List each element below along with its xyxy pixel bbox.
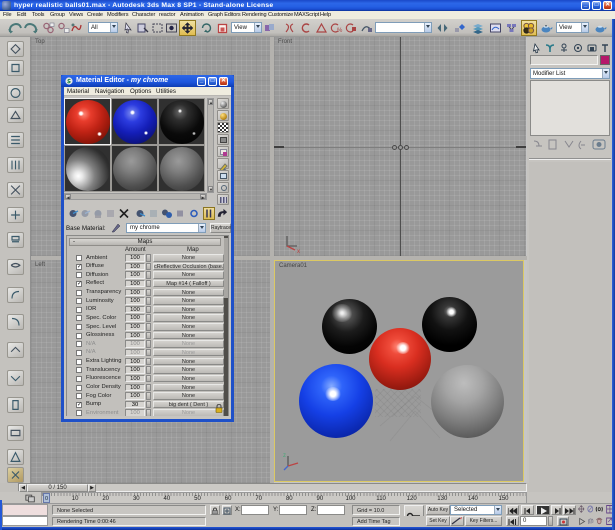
svg-text:z: z: [283, 453, 286, 459]
svg-text:%: %: [337, 28, 343, 34]
svg-text:x: x: [297, 249, 300, 253]
